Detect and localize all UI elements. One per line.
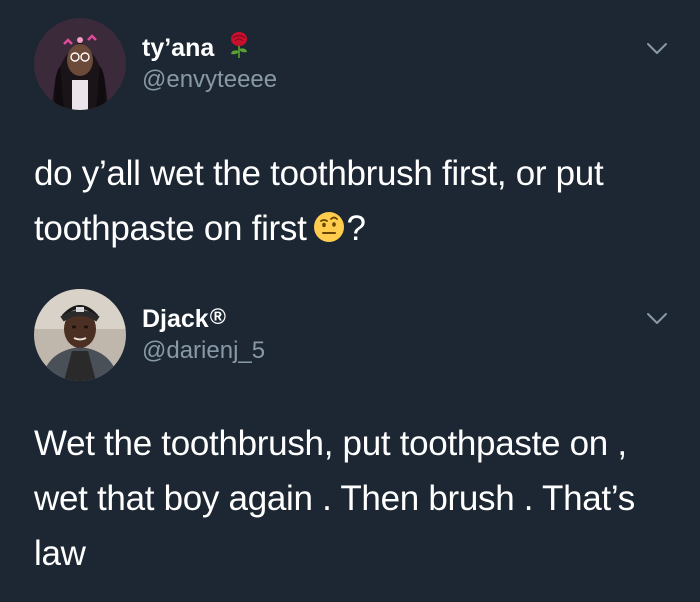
registered-mark: ® <box>209 304 226 329</box>
tweet-text: Wet the toothbrush, put toothpaste on , … <box>34 424 635 573</box>
tweet-text: do y’all wet the toothbrush first, or pu… <box>34 146 666 256</box>
tweet: Djack® @darienj_5 Wet the toothbrush, pu… <box>0 275 700 602</box>
display-name[interactable]: Djack® <box>142 303 226 333</box>
tweet-text-tail: ? <box>346 209 366 248</box>
display-name-text[interactable]: ty’ana <box>142 34 214 62</box>
rose-emoji-icon <box>227 31 251 65</box>
handle[interactable]: @darienj_5 <box>142 337 265 365</box>
chevron-down-icon[interactable] <box>646 42 668 56</box>
avatar[interactable] <box>34 18 126 110</box>
handle[interactable]: @envyteeee <box>142 66 277 94</box>
tweet: ty’ana @envyteeee do y’all wet the tooth… <box>0 0 700 275</box>
raised-eyebrow-face-emoji-icon <box>313 204 345 242</box>
display-name[interactable]: ty’ana <box>142 31 251 65</box>
chevron-down-icon[interactable] <box>646 312 668 326</box>
avatar[interactable] <box>34 289 126 381</box>
display-name-text[interactable]: Djack <box>142 305 209 333</box>
